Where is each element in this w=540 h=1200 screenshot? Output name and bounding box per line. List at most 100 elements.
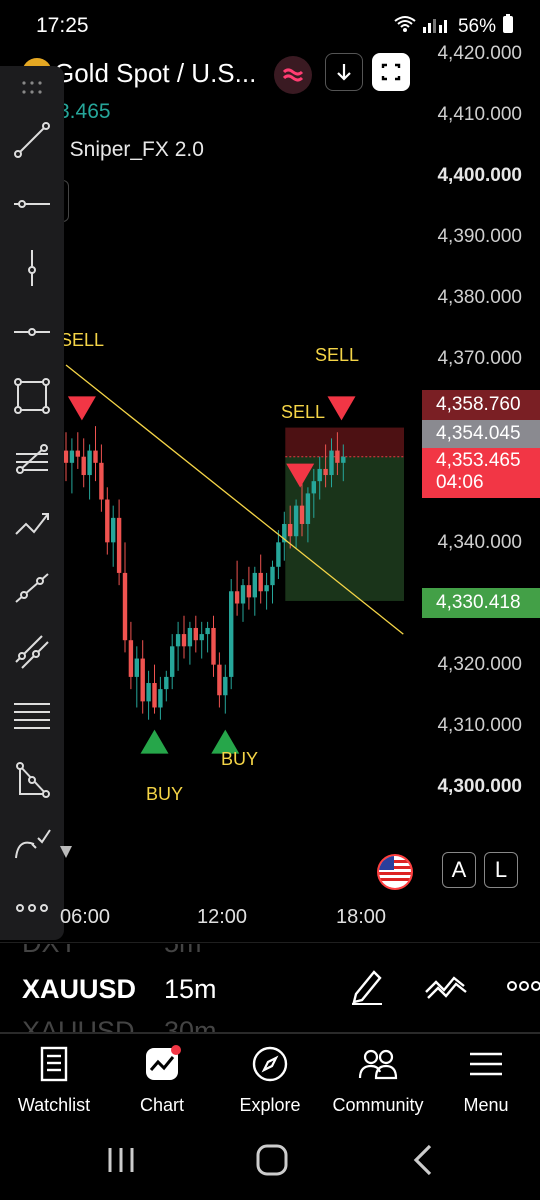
wave-icon — [282, 68, 304, 82]
rectangle-icon[interactable] — [8, 372, 56, 420]
brush-icon[interactable] — [8, 820, 56, 868]
candle-body — [288, 523, 293, 537]
candle-countdown: 04:06 — [436, 472, 484, 493]
watchlist-icon — [40, 1046, 68, 1082]
nav-divider — [0, 1032, 540, 1034]
nav-label: Community — [332, 1095, 424, 1115]
more-tools-icon[interactable] — [8, 884, 56, 932]
candle-body — [69, 450, 75, 463]
nav-community[interactable]: Community — [324, 1044, 432, 1116]
candle-body — [234, 591, 240, 604]
candle-body — [75, 450, 80, 457]
y-axis-label: 4,420.000 — [437, 43, 522, 64]
parallel-channel-icon[interactable] — [8, 628, 56, 676]
x-axis-label: 06:00 — [60, 906, 111, 928]
back-icon[interactable] — [408, 1140, 438, 1185]
buy-label: BUY — [221, 749, 259, 769]
sell-label: SELL — [281, 402, 326, 422]
compass-icon — [252, 1046, 288, 1082]
candle-body — [105, 499, 110, 543]
drawings-icon[interactable] — [424, 970, 468, 1007]
candle-body — [246, 585, 252, 598]
y-axis-label: 4,310.000 — [437, 715, 522, 736]
ray-icon[interactable] — [8, 564, 56, 612]
candle-body — [323, 468, 328, 476]
indicator-name[interactable]: ] Sniper_FX 2.0 — [58, 138, 204, 162]
y-axis-label: 4,380.000 — [437, 287, 522, 308]
candle-body — [311, 481, 316, 494]
path-icon[interactable] — [8, 500, 56, 548]
y-axis-label: 4,400.000 — [437, 165, 522, 186]
more-options-icon[interactable] — [506, 978, 540, 999]
nav-label: Explore — [239, 1095, 301, 1115]
candle-body — [317, 468, 322, 482]
nav-explore[interactable]: Explore — [216, 1044, 324, 1116]
flag-icon[interactable] — [377, 854, 413, 890]
candle-body — [217, 664, 222, 696]
picker-symbol-selected[interactable]: XAUUSD — [22, 974, 136, 1005]
arrow-down-icon — [337, 64, 351, 81]
menu-icon — [470, 1052, 502, 1076]
candle-body — [270, 566, 275, 586]
candle-body — [205, 627, 210, 635]
recent-apps-icon[interactable] — [104, 1140, 138, 1185]
candle-body — [93, 450, 98, 463]
candle-body — [305, 493, 311, 524]
vertical-line-icon[interactable] — [8, 244, 56, 292]
nav-label: Menu — [463, 1095, 509, 1115]
picker-symbol-above[interactable]: DXY — [22, 944, 78, 959]
collapse-arrow-icon[interactable] — [60, 846, 72, 858]
chart-icon — [146, 1045, 181, 1080]
drag-handle-icon[interactable] — [8, 74, 56, 102]
candle-body — [134, 658, 139, 677]
indicator-wave-button[interactable] — [274, 56, 312, 94]
candle-body — [181, 634, 187, 647]
stop-zone — [285, 427, 404, 457]
candle-body — [341, 456, 346, 463]
cross-line-icon[interactable] — [8, 308, 56, 356]
x-axis-label: 12:00 — [197, 906, 248, 928]
candle-body — [99, 462, 104, 500]
fullscreen-button[interactable] — [372, 53, 410, 91]
picker-interval-above[interactable]: 5m — [164, 944, 202, 959]
log-scale-button[interactable]: L — [484, 852, 518, 888]
candle-body — [223, 676, 228, 696]
last-price-partial: 3.465 — [58, 100, 111, 123]
y-axis-label: 4,410.000 — [437, 104, 522, 125]
candle-body — [199, 634, 204, 641]
community-icon — [358, 1049, 398, 1080]
nav-chart[interactable]: Chart — [108, 1044, 216, 1116]
horizontal-lines-icon[interactable] — [8, 692, 56, 740]
download-button[interactable] — [325, 53, 363, 91]
candle-body — [299, 505, 305, 524]
fib-retracement-icon[interactable] — [8, 436, 56, 484]
candle-body — [240, 585, 246, 604]
candle-body — [329, 450, 334, 476]
auto-scale-button[interactable]: A — [442, 852, 476, 888]
last-price-value: 4,353.465 — [436, 450, 521, 471]
picker-interval-selected[interactable]: 15m — [164, 974, 217, 1005]
horizontal-line-icon[interactable] — [8, 180, 56, 228]
candle-body — [87, 450, 92, 476]
triangle-pattern-icon[interactable] — [8, 756, 56, 804]
candle-body — [111, 517, 116, 543]
buy-signal-marker — [140, 729, 169, 754]
candle-body — [293, 505, 299, 537]
candle-body — [258, 572, 263, 592]
candle-body — [229, 591, 234, 677]
candle-body — [152, 683, 157, 708]
picker-interval-below[interactable]: 30m — [164, 1016, 217, 1032]
home-icon[interactable] — [254, 1140, 290, 1185]
candle-body — [187, 627, 193, 647]
y-axis-label: 4,370.000 — [437, 348, 522, 369]
nav-menu[interactable]: Menu — [432, 1044, 540, 1116]
trend-line-icon[interactable] — [8, 116, 56, 164]
symbol-title[interactable]: Gold Spot / U.S... — [54, 58, 256, 89]
nav-label: Watchlist — [17, 1095, 91, 1115]
candle-body — [164, 676, 169, 690]
picker-symbol-below[interactable]: XAUUSD — [22, 1016, 135, 1032]
pencil-icon[interactable] — [348, 966, 386, 1011]
nav-watchlist[interactable]: Watchlist — [0, 1044, 108, 1116]
drawing-toolbar — [0, 66, 64, 940]
sell-label: SELL — [60, 330, 105, 350]
